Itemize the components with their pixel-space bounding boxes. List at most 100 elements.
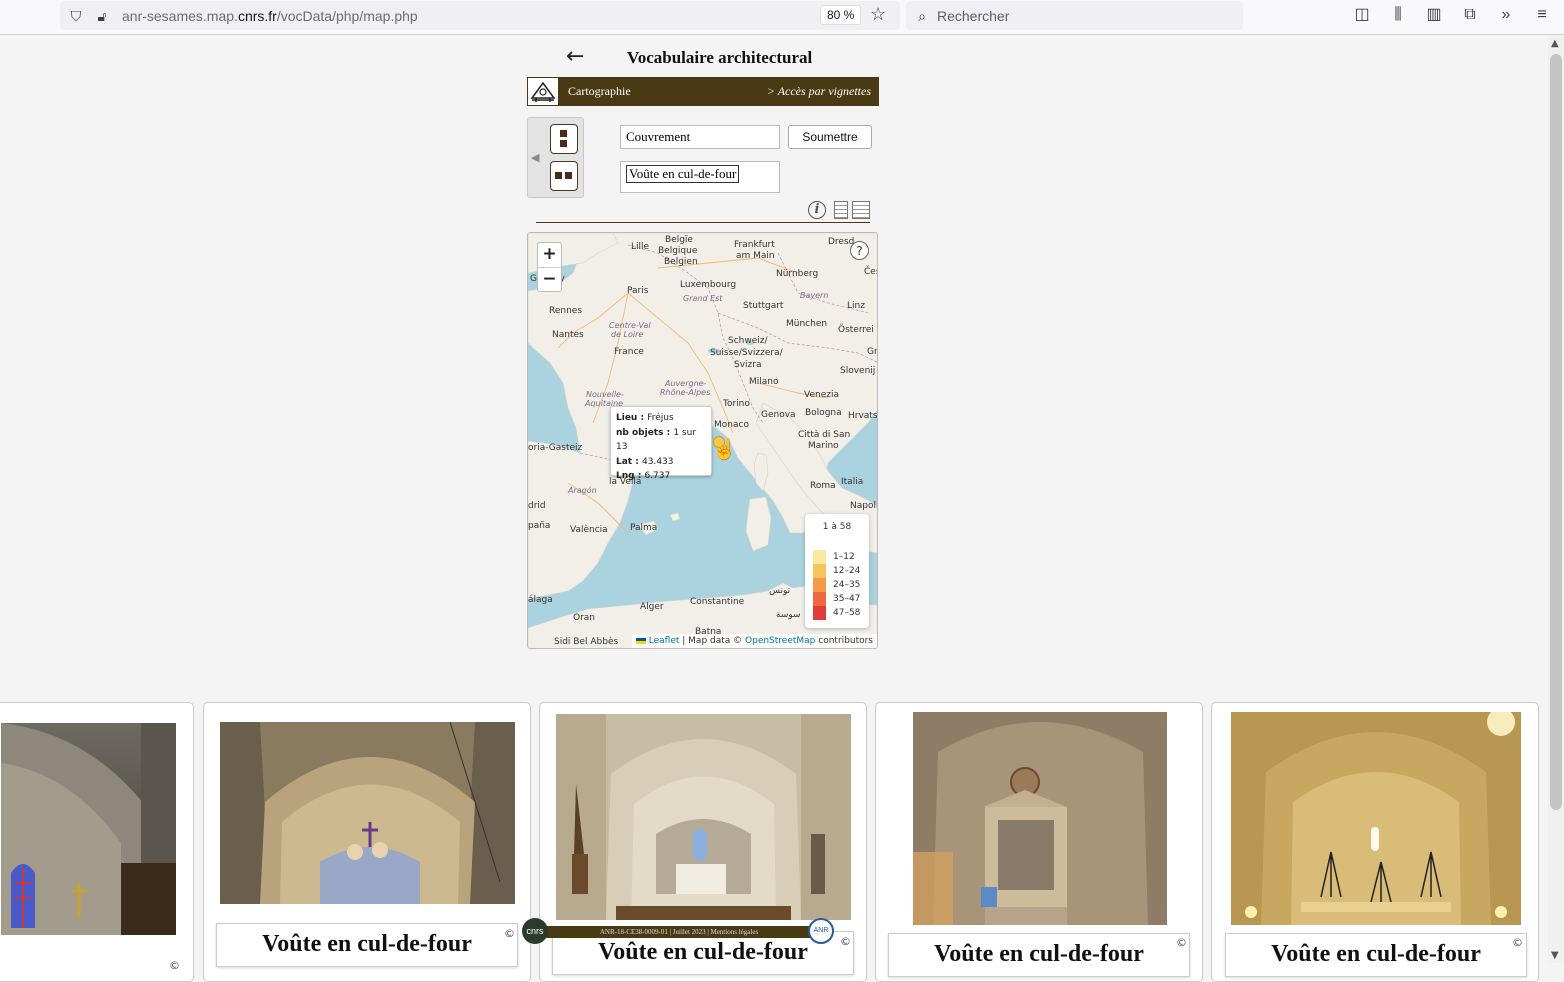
tooltip-lat: 43.433 xyxy=(642,456,674,467)
map-label: Torino xyxy=(723,399,750,409)
tooltip-lng: 6.737 xyxy=(644,471,671,481)
divider xyxy=(536,222,870,223)
result-card[interactable]: Voûte en cul-de-four © xyxy=(1211,702,1539,982)
map-label: álaga xyxy=(528,595,553,605)
map-label: paña xyxy=(528,521,551,531)
overflow-chevrons-icon[interactable]: » xyxy=(1496,5,1516,25)
map-tooltip: Lieu : Fréjus nb objets : 1 sur 13 Lat :… xyxy=(610,406,712,481)
map-label: drid xyxy=(528,501,546,511)
map-label: Venezia xyxy=(804,390,839,400)
card-title[interactable]: Voûte en cul-de-four xyxy=(1225,933,1527,977)
map-label: Sidi Bel Abbès xyxy=(554,637,619,647)
map-label: سوسة xyxy=(776,610,801,620)
footer-bar[interactable]: ANR-18-CE38-0009-01 | Juillet 2023 | Men… xyxy=(534,926,824,938)
scrollbar-thumb[interactable] xyxy=(1550,54,1562,810)
map-label: Linz xyxy=(847,301,865,311)
map-zoom-control: + − xyxy=(537,242,562,292)
card-photo[interactable] xyxy=(913,712,1167,925)
pocket-icon[interactable]: ◫ xyxy=(1352,5,1372,25)
scroll-down-arrow-icon[interactable]: ▼ xyxy=(1551,950,1559,961)
hand-cursor-icon: ☝ xyxy=(712,437,737,461)
url-text: anr-sesames.map.cnrs.fr/vocData/php/map.… xyxy=(122,8,418,24)
scroll-up-arrow-icon[interactable]: ▲ xyxy=(1551,38,1559,49)
map-label: Nantes xyxy=(552,330,584,340)
map-label: Alger xyxy=(640,602,664,612)
map-attribution: Leaflet | Map data © OpenStreetMap contr… xyxy=(631,634,877,648)
map-label: Gra xyxy=(867,347,878,357)
cnrs-logo[interactable]: cnrs xyxy=(522,918,548,944)
anr-logo[interactable]: ANR xyxy=(808,918,834,944)
zoom-in-button[interactable]: + xyxy=(538,243,561,267)
card-photo[interactable] xyxy=(1231,712,1521,925)
map-label: Lille xyxy=(631,242,650,252)
result-card[interactable]: © xyxy=(0,702,194,982)
collapse-triangle-icon[interactable]: ◀ xyxy=(531,151,539,164)
search-icon: ⌕ xyxy=(918,8,926,24)
map-label: oria-Gasteiz xyxy=(528,443,583,453)
site-logo[interactable] xyxy=(527,77,559,106)
map-label: Monaco xyxy=(714,420,749,430)
menu-icon[interactable]: ≡ xyxy=(1532,5,1552,25)
term-field[interactable]: Voûte en cul-de-four xyxy=(620,161,780,193)
back-arrow-icon[interactable]: ← xyxy=(566,44,584,69)
map-label: Roma xyxy=(810,481,836,491)
map-label: Hrvats xyxy=(848,411,878,421)
map-label: Grand Est xyxy=(683,294,723,303)
submit-button[interactable]: Soumettre xyxy=(788,125,872,149)
info-icon[interactable]: i xyxy=(808,201,826,219)
sidebar-icon[interactable]: ▥ xyxy=(1424,5,1444,25)
legend-swatch xyxy=(813,578,826,592)
legend-swatch xyxy=(813,592,826,606)
zoom-level-badge[interactable]: 80 % xyxy=(820,5,862,25)
acces-vignettes-link[interactable]: > Accès par vignettes xyxy=(767,84,871,99)
map-help-icon[interactable]: ? xyxy=(850,241,869,260)
map-label: Luxembourg xyxy=(680,280,737,290)
library-icon[interactable]: ⫼ xyxy=(1388,5,1408,25)
list-view-icon[interactable] xyxy=(834,201,848,219)
card-title[interactable]: Voûte en cul-de-four xyxy=(216,923,518,967)
search-bar[interactable]: ⌕ Rechercher xyxy=(906,1,1243,30)
shield-icon[interactable]: ⛉ xyxy=(68,8,84,24)
result-card[interactable]: Voûte en cul-de-four © xyxy=(875,702,1203,982)
map-label: Aragón xyxy=(568,486,597,495)
map-label: am Main xyxy=(736,251,775,261)
layout-horizontal-button[interactable] xyxy=(550,161,578,191)
map-label: Stuttgart xyxy=(743,301,784,311)
map-label: München xyxy=(786,319,828,329)
result-card[interactable]: Voûte en cul-de-four © xyxy=(203,702,531,982)
map-legend: 1 à 58 1–12 12–24 24–35 35–47 47–58 xyxy=(805,514,869,628)
map-label: Paris xyxy=(627,286,649,296)
map-label: València xyxy=(570,525,608,535)
copyright-icon: © xyxy=(1512,936,1523,949)
extensions-icon[interactable]: ⧉ xyxy=(1460,5,1480,25)
map-label: de Loire xyxy=(611,330,644,339)
card-title[interactable]: Voûte en cul-de-four xyxy=(888,933,1190,977)
card-photo[interactable] xyxy=(1,723,176,935)
map-label: Milano xyxy=(749,377,779,387)
zoom-out-button[interactable]: − xyxy=(538,267,561,292)
map-label: Bayern xyxy=(800,291,829,300)
browser-toolbar: ⛉ 🔓︎ anr-sesames.map.cnrs.fr/vocData/php… xyxy=(0,0,1564,35)
map-label: Nouvelle- xyxy=(586,390,624,399)
map-panel[interactable]: Belgïe Belgique Belgien Lille Frankfurt … xyxy=(527,232,878,649)
copyright-icon: © xyxy=(504,927,515,940)
category-field[interactable]: Couvrement xyxy=(620,125,780,149)
term-value: Voûte en cul-de-four xyxy=(626,165,740,183)
address-bar[interactable]: ⛉ 🔓︎ anr-sesames.map.cnrs.fr/vocData/php… xyxy=(60,1,900,30)
map-label: Bologna xyxy=(805,408,842,418)
legend-swatch xyxy=(813,550,826,564)
lock-icon[interactable]: 🔓︎ xyxy=(94,8,110,24)
map-label: Constantine xyxy=(690,597,745,607)
copyright-icon: © xyxy=(1176,936,1187,949)
map-label: Belgïe xyxy=(665,235,693,245)
layout-vertical-button[interactable] xyxy=(550,124,578,154)
osm-link[interactable]: OpenStreetMap xyxy=(745,636,815,646)
card-photo[interactable] xyxy=(220,722,515,904)
map-label: Napoli xyxy=(850,501,878,511)
leaflet-link[interactable]: Leaflet xyxy=(649,636,680,646)
bookmark-star-icon[interactable]: ☆ xyxy=(870,4,886,25)
card-photo[interactable] xyxy=(556,714,851,920)
map-label: Centre-Val xyxy=(609,321,651,330)
map-label: Nürnberg xyxy=(776,269,819,279)
detail-view-icon[interactable] xyxy=(852,201,870,219)
